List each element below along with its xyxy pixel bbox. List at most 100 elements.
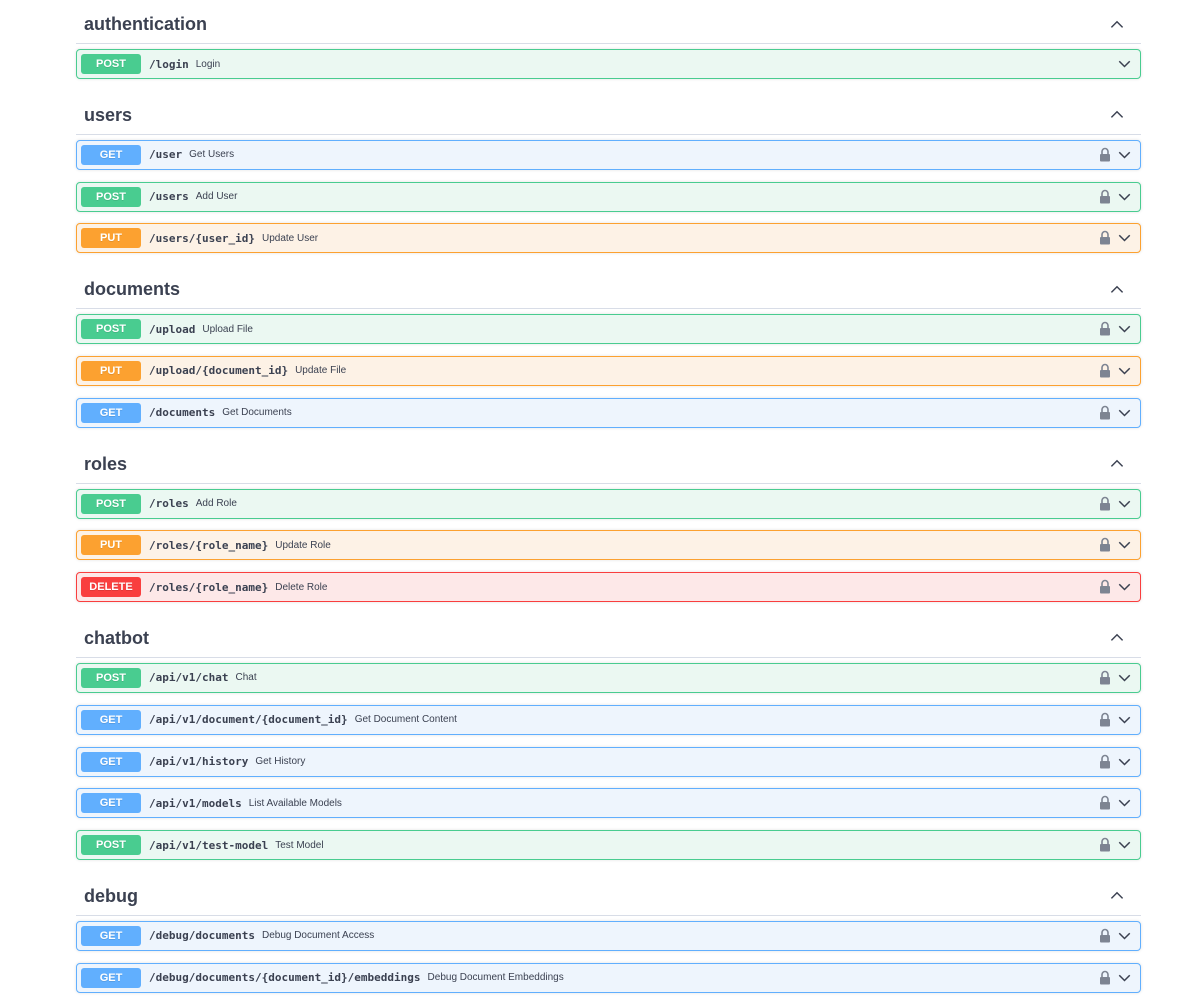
chevron-up-icon[interactable] <box>1109 630 1125 646</box>
operation-get[interactable]: GET/api/v1/history Get History <box>76 746 1141 777</box>
chevron-up-icon[interactable] <box>1109 282 1125 298</box>
operation-post[interactable]: POST/login Login <box>76 49 1141 79</box>
endpoint-path: /api/v1/document/{document_id} <box>149 713 348 727</box>
operation-controls <box>1099 670 1132 685</box>
lock-icon[interactable] <box>1099 537 1111 552</box>
endpoint-path: /documents <box>149 406 216 420</box>
endpoint-path: /login <box>149 57 189 71</box>
endpoint-summary: Get Documents <box>222 407 292 419</box>
endpoint-path: /debug/documents/{document_id}/embedding… <box>149 971 421 985</box>
endpoint-summary: Test Model <box>275 839 324 851</box>
chevron-down-icon[interactable] <box>1117 537 1132 552</box>
method-badge: PUT <box>81 360 141 381</box>
tag-section-debug: debug GET/debug/documents Debug Document A… <box>76 872 1141 993</box>
tag-header[interactable]: debug <box>76 872 1141 916</box>
lock-icon[interactable] <box>1099 230 1111 245</box>
chevron-up-icon[interactable] <box>1109 888 1125 904</box>
tag-section-documents: documents POST/upload Upload File PUT/uploa… <box>76 265 1141 428</box>
method-badge: GET <box>81 144 141 165</box>
tag-header[interactable]: roles <box>76 440 1141 484</box>
operation-controls <box>1099 321 1132 336</box>
chevron-down-icon[interactable] <box>1117 795 1132 810</box>
tag-header[interactable]: authentication <box>76 0 1141 44</box>
endpoint-path: /api/v1/models <box>149 796 242 810</box>
operation-get[interactable]: GET/user Get Users <box>76 139 1141 170</box>
method-badge: PUT <box>81 228 141 249</box>
chevron-down-icon[interactable] <box>1117 230 1132 245</box>
chevron-down-icon[interactable] <box>1117 56 1132 71</box>
chevron-down-icon[interactable] <box>1117 754 1132 769</box>
lock-icon[interactable] <box>1099 970 1111 985</box>
lock-icon[interactable] <box>1099 321 1111 336</box>
lock-icon[interactable] <box>1099 579 1111 594</box>
chevron-up-icon[interactable] <box>1109 107 1125 123</box>
chevron-down-icon[interactable] <box>1117 189 1132 204</box>
operation-get[interactable]: GET/debug/documents Debug Document Access <box>76 920 1141 951</box>
method-badge: DELETE <box>81 577 141 598</box>
lock-icon[interactable] <box>1099 189 1111 204</box>
lock-icon[interactable] <box>1099 712 1111 727</box>
lock-icon[interactable] <box>1099 363 1111 378</box>
chevron-down-icon[interactable] <box>1117 147 1132 162</box>
endpoint-summary: Get Document Content <box>354 714 457 726</box>
operation-delete[interactable]: DELETE/roles/{role_name} Delete Role <box>76 572 1141 603</box>
operation-controls <box>1099 712 1132 727</box>
operation-get[interactable]: GET/debug/documents/{document_id}/embedd… <box>76 962 1141 993</box>
endpoint-path: /api/v1/history <box>149 755 249 769</box>
operation-post[interactable]: POST/api/v1/test-model Test Model <box>76 830 1141 861</box>
endpoint-path: /upload/{document_id} <box>149 364 289 378</box>
method-badge: POST <box>81 667 141 688</box>
operation-get[interactable]: GET/documents Get Documents <box>76 397 1141 428</box>
tag-header[interactable]: documents <box>76 265 1141 310</box>
chevron-down-icon[interactable] <box>1117 321 1132 336</box>
endpoint-summary: List Available Models <box>248 797 342 809</box>
lock-icon[interactable] <box>1099 928 1111 943</box>
operation-controls <box>1099 795 1132 810</box>
lock-icon[interactable] <box>1099 670 1111 685</box>
lock-icon[interactable] <box>1099 754 1111 769</box>
endpoint-summary: Delete Role <box>275 581 328 593</box>
chevron-down-icon[interactable] <box>1117 837 1132 852</box>
operation-post[interactable]: POST/api/v1/chat Chat <box>76 662 1141 693</box>
lock-icon[interactable] <box>1099 795 1111 810</box>
operation-get[interactable]: GET/api/v1/models List Available Models <box>76 788 1141 819</box>
operation-put[interactable]: PUT/upload/{document_id} Update File <box>76 355 1141 386</box>
method-badge: GET <box>81 402 141 423</box>
endpoint-path: /users/{user_id} <box>149 231 255 245</box>
chevron-down-icon[interactable] <box>1117 496 1132 511</box>
operation-put[interactable]: PUT/roles/{role_name} Update Role <box>76 530 1141 561</box>
endpoint-path: /user <box>149 148 183 162</box>
operation-get[interactable]: GET/api/v1/document/{document_id} Get Doc… <box>76 704 1141 735</box>
tag-title: authentication <box>84 14 208 34</box>
operation-post[interactable]: POST/upload Upload File <box>76 314 1141 345</box>
chevron-down-icon[interactable] <box>1117 970 1132 985</box>
lock-icon[interactable] <box>1099 496 1111 511</box>
operation-post[interactable]: POST/roles Add Role <box>76 488 1141 519</box>
tag-title: chatbot <box>84 627 149 648</box>
chevron-down-icon[interactable] <box>1117 712 1132 727</box>
tag-title: documents <box>84 279 181 300</box>
chevron-down-icon[interactable] <box>1117 579 1132 594</box>
operation-put[interactable]: PUT/users/{user_id} Update User <box>76 223 1141 254</box>
operation-controls <box>1099 579 1132 594</box>
chevron-down-icon[interactable] <box>1117 363 1132 378</box>
operation-controls <box>1099 230 1132 245</box>
operation-post[interactable]: POST/users Add User <box>76 181 1141 212</box>
chevron-down-icon[interactable] <box>1117 670 1132 685</box>
tag-header[interactable]: users <box>76 91 1141 135</box>
chevron-down-icon[interactable] <box>1117 405 1132 420</box>
chevron-down-icon[interactable] <box>1117 928 1132 943</box>
method-badge: GET <box>81 967 141 988</box>
lock-icon[interactable] <box>1099 147 1111 162</box>
endpoint-path: /users <box>149 190 189 204</box>
tag-header[interactable]: chatbot <box>76 614 1141 658</box>
lock-icon[interactable] <box>1099 405 1111 420</box>
endpoint-summary: Get Users <box>189 149 235 161</box>
endpoint-path: /roles <box>149 497 189 511</box>
operation-controls <box>1099 147 1132 162</box>
endpoint-summary: Add Role <box>195 498 237 510</box>
lock-icon[interactable] <box>1099 837 1111 852</box>
chevron-up-icon[interactable] <box>1109 456 1125 472</box>
operation-controls <box>1099 405 1132 420</box>
chevron-up-icon[interactable] <box>1109 17 1125 33</box>
